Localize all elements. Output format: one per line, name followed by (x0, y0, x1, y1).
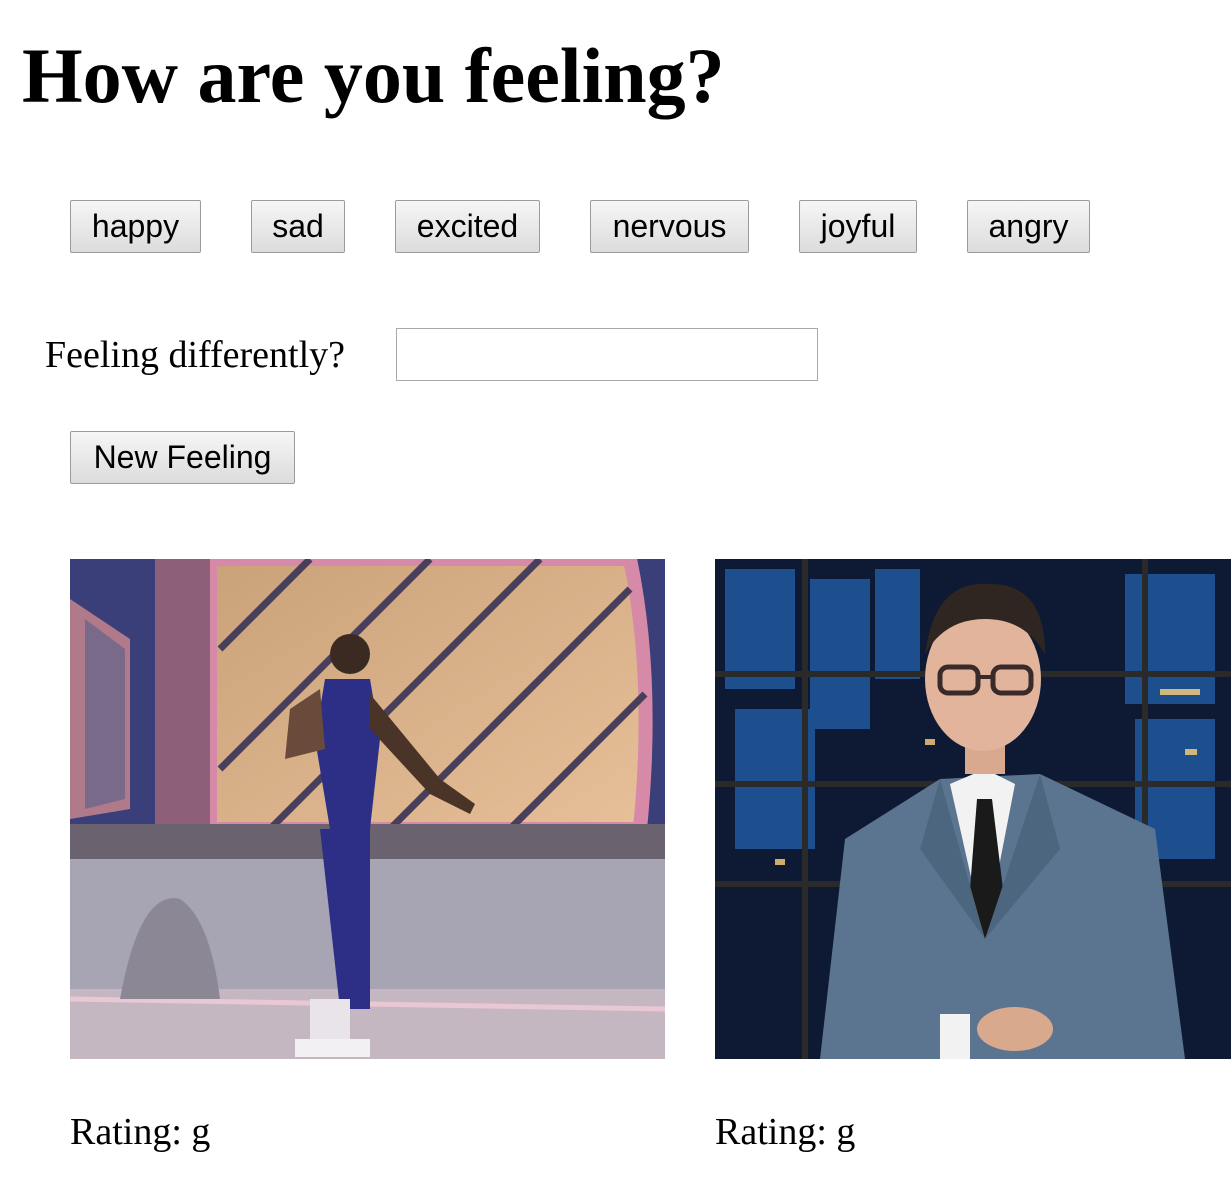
page-title: How are you feeling? (22, 32, 725, 119)
new-feeling-button[interactable]: New Feeling (70, 431, 295, 484)
custom-feeling-row: Feeling differently? (45, 328, 345, 381)
gif-image-1 (70, 559, 665, 1059)
custom-feeling-input[interactable] (396, 328, 818, 381)
feeling-button-joyful[interactable]: joyful (799, 200, 917, 253)
page: How are you feeling? happy sad excited n… (0, 0, 1231, 1204)
custom-feeling-label: Feeling differently? (45, 333, 346, 376)
feeling-button-sad[interactable]: sad (251, 200, 345, 253)
gif-image-2 (715, 559, 1231, 1059)
feeling-button-angry[interactable]: angry (967, 200, 1090, 253)
feeling-button-happy[interactable]: happy (70, 200, 201, 253)
gif-rating-1: Rating: g (70, 1111, 211, 1153)
feeling-button-excited[interactable]: excited (395, 200, 540, 253)
gif-rating-2: Rating: g (715, 1111, 856, 1153)
feeling-button-nervous[interactable]: nervous (590, 200, 749, 253)
